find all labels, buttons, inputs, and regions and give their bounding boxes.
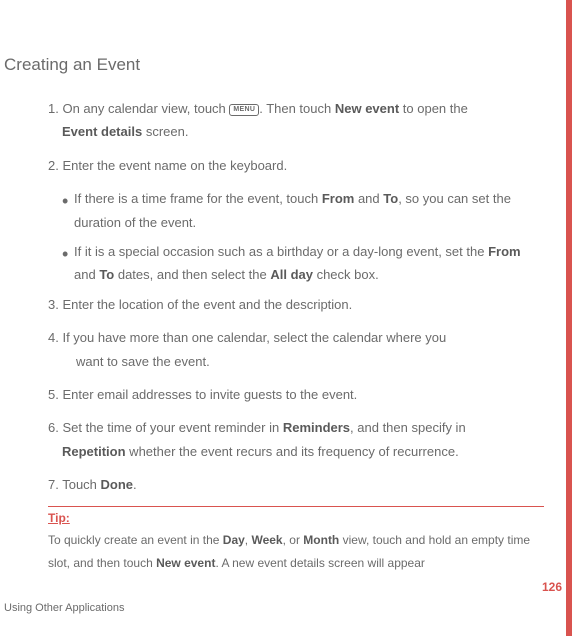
- b1-and: and: [354, 191, 383, 206]
- day-label: Day: [223, 533, 245, 547]
- step-5: 5. Enter email addresses to invite guest…: [48, 383, 544, 406]
- tip-label: Tip:: [48, 511, 544, 525]
- month-label: Month: [303, 533, 339, 547]
- s7-end: .: [133, 477, 137, 492]
- side-tab: [566, 0, 572, 636]
- bullet-icon: •: [62, 185, 68, 217]
- step1-pre: 1. On any calendar view, touch: [48, 101, 229, 116]
- s6-pre: 6. Set the time of your event reminder i…: [48, 420, 283, 435]
- tip-end: . A new event details screen will appear: [215, 556, 424, 570]
- from-label: From: [322, 191, 355, 206]
- to-label-2: To: [99, 267, 114, 282]
- page-number: 126: [542, 580, 562, 594]
- step4-b: want to save the event.: [76, 350, 544, 373]
- footer-text: Using Other Applications: [4, 602, 124, 614]
- done-label: Done: [101, 477, 134, 492]
- page-heading: Creating an Event: [4, 55, 572, 75]
- step4-a: 4. If you have more than one calendar, s…: [48, 330, 446, 345]
- s6-end: whether the event recurs and its frequen…: [126, 444, 459, 459]
- tip-body: To quickly create an event in the Day, W…: [48, 529, 544, 575]
- newevent-label: New event: [156, 556, 215, 570]
- repetition-label: Repetition: [62, 444, 126, 459]
- reminders-label: Reminders: [283, 420, 350, 435]
- step1-mid: . Then touch: [259, 101, 335, 116]
- bullet-1: • If there is a time frame for the event…: [62, 187, 544, 234]
- content-area: 1. On any calendar view, touch MENU. The…: [0, 97, 572, 575]
- tip-c2: , or: [283, 533, 304, 547]
- s6-mid: , and then specify in: [350, 420, 466, 435]
- from-label-2: From: [488, 244, 521, 259]
- step-1: 1. On any calendar view, touch MENU. The…: [48, 97, 544, 144]
- tip-pre: To quickly create an event in the: [48, 533, 223, 547]
- step1-end: screen.: [142, 124, 188, 139]
- step-6: 6. Set the time of your event reminder i…: [48, 416, 544, 463]
- event-details-label: Event details: [62, 124, 142, 139]
- step-4: 4. If you have more than one calendar, s…: [48, 326, 544, 373]
- b2-pre: If it is a special occasion such as a bi…: [74, 244, 488, 259]
- to-label: To: [383, 191, 398, 206]
- menu-icon: MENU: [229, 104, 259, 116]
- step-7: 7. Touch Done.: [48, 473, 544, 496]
- b2-mid: dates, and then select the: [114, 267, 270, 282]
- bullet-icon: •: [62, 238, 68, 270]
- s7-pre: 7. Touch: [48, 477, 101, 492]
- step1-mid2: to open the: [399, 101, 468, 116]
- tip-divider: [48, 506, 544, 507]
- allday-label: All day: [270, 267, 313, 282]
- bullet-2: • If it is a special occasion such as a …: [62, 240, 544, 287]
- week-label: Week: [251, 533, 282, 547]
- step-2: 2. Enter the event name on the keyboard.: [48, 154, 544, 177]
- b2-and: and: [74, 267, 99, 282]
- b1-pre: If there is a time frame for the event, …: [74, 191, 322, 206]
- b2-end: check box.: [313, 267, 379, 282]
- new-event-label: New event: [335, 101, 399, 116]
- step-3: 3. Enter the location of the event and t…: [48, 293, 544, 316]
